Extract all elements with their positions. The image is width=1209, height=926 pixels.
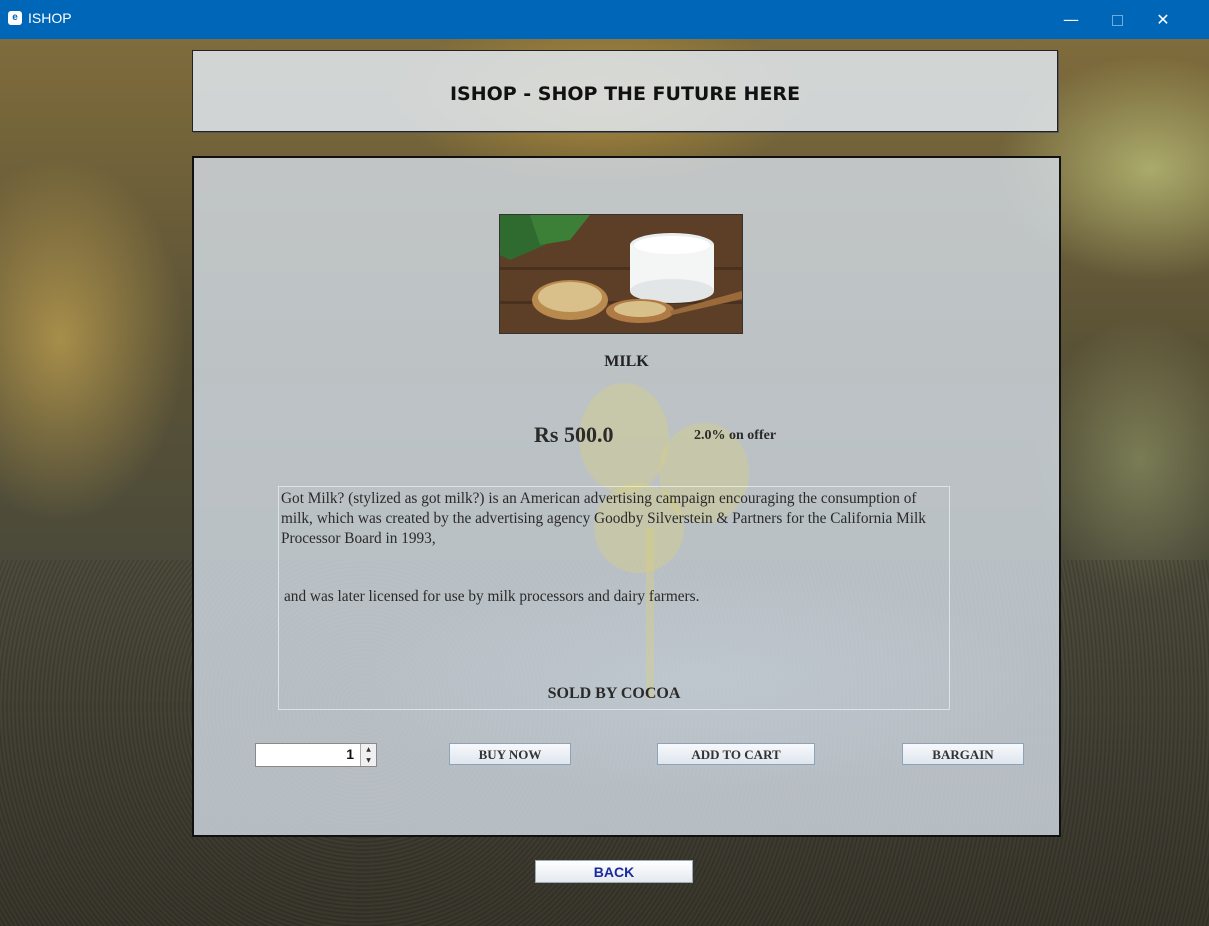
close-button[interactable]: ✕ xyxy=(1140,0,1186,39)
window-title: ISHOP xyxy=(28,10,72,26)
product-image xyxy=(499,214,743,334)
description-area: Got Milk? (stylized as got milk?) is an … xyxy=(278,486,950,710)
maximize-icon xyxy=(1111,15,1123,26)
back-button[interactable]: BACK xyxy=(535,860,693,883)
quantity-value[interactable]: 1 xyxy=(346,746,354,762)
offer-label: 2.0% on offer xyxy=(694,428,777,443)
seller-label: SOLD BY COCOA xyxy=(547,685,681,702)
window-titlebar: e ISHOP — ✕ xyxy=(0,0,1209,39)
quantity-stepper[interactable]: 1 ▲ ▼ xyxy=(255,743,377,767)
maximize-button[interactable] xyxy=(1094,0,1140,39)
description-paragraph-2: and was later licensed for use by milk p… xyxy=(284,588,700,605)
page-title: ISHOP - SHOP THE FUTURE HERE xyxy=(449,83,801,105)
header-panel: ISHOP - SHOP THE FUTURE HERE xyxy=(192,50,1058,132)
buy-now-button[interactable]: BUY NOW xyxy=(449,743,571,765)
product-name: MILK xyxy=(604,353,649,370)
product-price: Rs 500.0 xyxy=(534,422,614,447)
app-icon: e xyxy=(8,11,22,25)
product-panel: MILK Rs 500.0 2.0% on offer Got Milk? (s… xyxy=(192,156,1061,837)
decrement-icon[interactable]: ▼ xyxy=(361,755,376,766)
bargain-button[interactable]: BARGAIN xyxy=(902,743,1024,765)
stepper-buttons: ▲ ▼ xyxy=(360,744,376,766)
description-paragraph: Got Milk? (stylized as got milk?) is an … xyxy=(281,490,926,547)
add-to-cart-button[interactable]: ADD TO CART xyxy=(657,743,815,765)
minimize-button[interactable]: — xyxy=(1048,0,1094,39)
